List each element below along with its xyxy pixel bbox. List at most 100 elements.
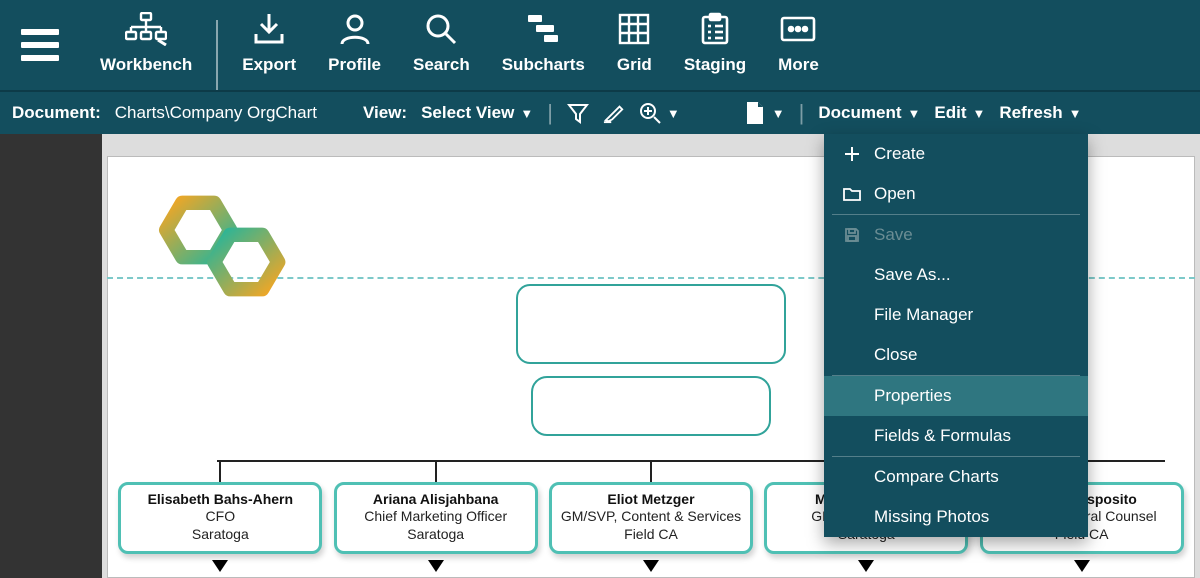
- toolbar-workbench-label: Workbench: [100, 55, 192, 75]
- toolbar-subcharts-button[interactable]: Subcharts: [486, 0, 601, 90]
- menu-fields-formulas-label: Fields & Formulas: [874, 426, 1011, 446]
- menu-missing-photos-label: Missing Photos: [874, 507, 989, 527]
- separator: |: [799, 100, 805, 126]
- org-node-top[interactable]: [516, 284, 786, 364]
- toolbar-export-button[interactable]: Export: [226, 0, 312, 90]
- company-logo: [147, 174, 307, 334]
- document-dropdown-menu: Create Open Save Save As... File Manager…: [824, 134, 1088, 537]
- toolbar-search-button[interactable]: Search: [397, 0, 486, 90]
- staging-icon: [698, 9, 732, 49]
- page-icon: [744, 102, 766, 124]
- toolbar-grid-button[interactable]: Grid: [601, 0, 668, 90]
- toolbar-more-button[interactable]: More: [762, 0, 835, 90]
- connector-vertical: [219, 460, 221, 482]
- person-title: CFO: [127, 508, 313, 526]
- person-name: Elisabeth Bahs-Ahern: [127, 491, 313, 509]
- document-toolbar: Document: Charts\Company OrgChart View: …: [0, 92, 1200, 134]
- connector-vertical: [650, 460, 652, 482]
- page-button[interactable]: ▼: [744, 102, 785, 124]
- menu-file-manager[interactable]: File Manager: [824, 295, 1088, 335]
- main-toolbar: Workbench Export Profile: [0, 0, 1200, 92]
- toolbar-staging-label: Staging: [684, 55, 746, 75]
- toolbar-grid-label: Grid: [617, 55, 652, 75]
- zoom-button[interactable]: ▼: [639, 102, 680, 124]
- edit-menu-button[interactable]: Edit ▼: [934, 103, 985, 123]
- toolbar-export-label: Export: [242, 55, 296, 75]
- highlighter-button[interactable]: [603, 102, 625, 124]
- org-node-mid[interactable]: [531, 376, 771, 436]
- person-name: Eliot Metzger: [558, 491, 744, 509]
- person-name: Ariana Alisjahbana: [343, 491, 529, 509]
- view-select[interactable]: Select View ▼: [421, 103, 533, 123]
- menu-compare-charts-label: Compare Charts: [874, 467, 999, 487]
- filter-button[interactable]: [567, 102, 589, 124]
- menu-save-as-label: Save As...: [874, 265, 951, 285]
- person-location: Field CA: [558, 526, 744, 544]
- menu-fields-formulas[interactable]: Fields & Formulas: [824, 416, 1088, 456]
- menu-file-manager-label: File Manager: [874, 305, 973, 325]
- chevron-down-icon: ▼: [520, 106, 533, 121]
- menu-create-label: Create: [874, 144, 925, 164]
- toolbar-profile-label: Profile: [328, 55, 381, 75]
- highlighter-icon: [603, 102, 625, 124]
- menu-close[interactable]: Close: [824, 335, 1088, 375]
- profile-icon: [338, 9, 372, 49]
- document-menu-button[interactable]: Document ▼: [818, 103, 920, 123]
- toolbar-profile-button[interactable]: Profile: [312, 0, 397, 90]
- refresh-menu-label: Refresh: [999, 103, 1062, 123]
- document-path: Charts\Company OrgChart: [115, 103, 317, 123]
- toolbar-search-label: Search: [413, 55, 470, 75]
- refresh-menu-button[interactable]: Refresh ▼: [999, 103, 1081, 123]
- org-node[interactable]: Eliot Metzger GM/SVP, Content & Services…: [549, 482, 753, 573]
- menu-save: Save: [824, 215, 1088, 255]
- left-gutter: [0, 134, 102, 578]
- filter-icon: [567, 102, 589, 124]
- view-label: View:: [363, 103, 407, 123]
- toolbar-workbench-button[interactable]: Workbench: [84, 0, 208, 90]
- menu-properties[interactable]: Properties: [824, 376, 1088, 416]
- edit-menu-label: Edit: [934, 103, 966, 123]
- menu-open[interactable]: Open: [824, 174, 1088, 214]
- person-location: Saratoga: [127, 526, 313, 544]
- menu-save-as[interactable]: Save As...: [824, 255, 1088, 295]
- person-location: Saratoga: [343, 526, 529, 544]
- expand-down-icon[interactable]: [212, 560, 228, 572]
- chevron-down-icon: ▼: [1069, 106, 1082, 121]
- toolbar-more-label: More: [778, 55, 819, 75]
- menu-missing-photos[interactable]: Missing Photos: [824, 497, 1088, 537]
- menu-open-label: Open: [874, 184, 916, 204]
- toolbar-separator: [216, 20, 218, 90]
- save-icon: [842, 227, 862, 243]
- document-menu-label: Document: [818, 103, 901, 123]
- chevron-down-icon: ▼: [972, 106, 985, 121]
- hamburger-menu-button[interactable]: [12, 17, 68, 73]
- org-node[interactable]: Elisabeth Bahs-Ahern CFO Saratoga: [118, 482, 322, 573]
- search-icon: [424, 9, 458, 49]
- document-label: Document:: [12, 103, 101, 123]
- grid-icon: [617, 9, 651, 49]
- person-title: GM/SVP, Content & Services: [558, 508, 744, 526]
- org-node[interactable]: Ariana Alisjahbana Chief Marketing Offic…: [334, 482, 538, 573]
- expand-down-icon[interactable]: [858, 560, 874, 572]
- expand-down-icon[interactable]: [1074, 560, 1090, 572]
- separator: |: [547, 100, 553, 126]
- expand-down-icon[interactable]: [428, 560, 444, 572]
- menu-properties-label: Properties: [874, 386, 951, 406]
- view-select-value: Select View: [421, 103, 514, 123]
- expand-down-icon[interactable]: [643, 560, 659, 572]
- subcharts-icon: [526, 9, 560, 49]
- zoom-in-icon: [639, 102, 661, 124]
- menu-create[interactable]: Create: [824, 134, 1088, 174]
- menu-compare-charts[interactable]: Compare Charts: [824, 457, 1088, 497]
- connector-vertical: [435, 460, 437, 482]
- chevron-down-icon: ▼: [908, 106, 921, 121]
- toolbar-staging-button[interactable]: Staging: [668, 0, 762, 90]
- hamburger-icon: [21, 29, 59, 61]
- more-icon: [778, 9, 818, 49]
- chevron-down-icon: ▼: [667, 106, 680, 121]
- chevron-down-icon: ▼: [772, 106, 785, 121]
- plus-icon: [842, 146, 862, 162]
- person-title: Chief Marketing Officer: [343, 508, 529, 526]
- folder-icon: [842, 186, 862, 202]
- menu-close-label: Close: [874, 345, 917, 365]
